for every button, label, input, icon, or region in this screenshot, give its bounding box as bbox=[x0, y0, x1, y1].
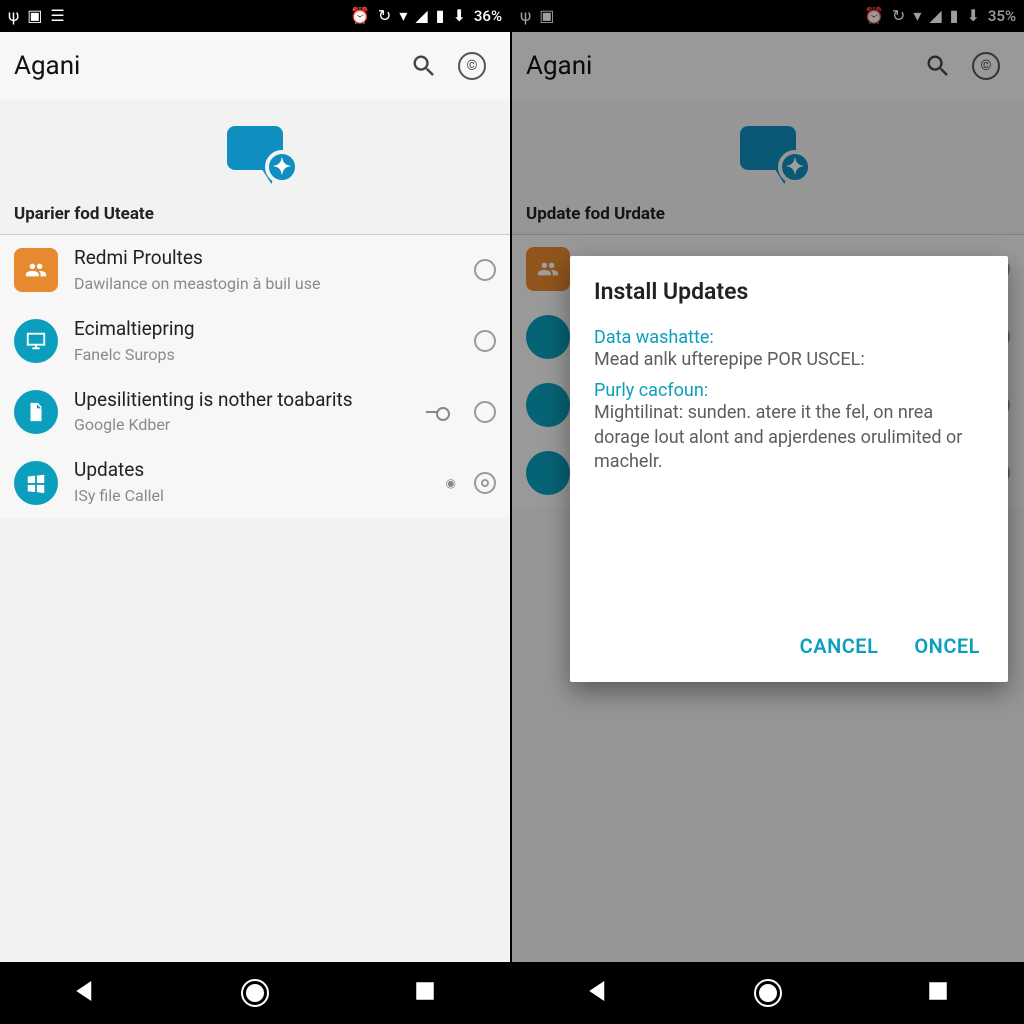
ok-button[interactable]: ONCEL bbox=[910, 624, 984, 668]
dialog-body: Mead anlk ufterepipe POR USCEL: bbox=[594, 348, 984, 372]
plus-badge-icon: ✦ bbox=[265, 150, 299, 184]
dialog-title: Install Updates bbox=[594, 278, 984, 305]
home-icon bbox=[754, 979, 782, 1007]
app-bar: Agani © bbox=[0, 32, 510, 100]
update-list: Redmi Proultes Dawilance on meastogin à … bbox=[0, 235, 510, 518]
back-icon bbox=[583, 976, 613, 1006]
nav-bar bbox=[512, 962, 1024, 1024]
account-icon: © bbox=[458, 52, 486, 80]
windows-icon bbox=[14, 461, 58, 505]
install-updates-dialog: Install Updates Data washatte: Mead anlk… bbox=[570, 256, 1008, 682]
list-item-subtitle: ISy file Callel bbox=[74, 486, 430, 506]
status-chip-icon: ▣ bbox=[27, 8, 42, 24]
wifi-icon: ▾ bbox=[399, 8, 407, 24]
battery-icon: ▮ bbox=[436, 8, 445, 24]
list-item[interactable]: Upesilitienting is nother toabarits Goog… bbox=[0, 377, 510, 448]
list-item-title: Upesilitienting is nother toabarits bbox=[74, 389, 410, 412]
search-button[interactable] bbox=[400, 42, 448, 90]
list-item-subtitle: Dawilance on meastogin à buil use bbox=[74, 274, 458, 294]
list-item[interactable]: Updates ISy file Callel ◉ bbox=[0, 447, 510, 518]
radio-button[interactable] bbox=[474, 401, 496, 423]
left-screen: ψ ▣ ☰ ⏰ ↻ ▾ ◢ ▮ ⬇ 36% Agani © bbox=[0, 0, 512, 1024]
list-item-title: Updates bbox=[74, 459, 430, 482]
radio-button[interactable] bbox=[474, 259, 496, 281]
key-icon bbox=[426, 404, 450, 420]
dot-indicator-icon: ◉ bbox=[446, 476, 456, 490]
nav-home-button[interactable] bbox=[754, 979, 782, 1007]
radio-button[interactable] bbox=[474, 330, 496, 352]
dialog-label: Data washatte: bbox=[594, 327, 984, 348]
app-title: Agani bbox=[14, 51, 400, 81]
sync-icon: ↻ bbox=[378, 8, 391, 24]
people-icon bbox=[14, 248, 58, 292]
signal-icon: ◢ bbox=[415, 8, 427, 24]
battery-percent: 36% bbox=[474, 7, 502, 25]
alarm-icon: ⏰ bbox=[350, 8, 370, 24]
download-icon: ⬇ bbox=[452, 8, 465, 24]
status-list-icon: ☰ bbox=[50, 8, 64, 24]
usb-icon: ψ bbox=[8, 8, 19, 24]
nav-home-button[interactable] bbox=[241, 979, 269, 1007]
list-item[interactable]: Redmi Proultes Dawilance on meastogin à … bbox=[0, 235, 510, 306]
dialog-label: Purly cacfoun: bbox=[594, 380, 984, 401]
list-item-subtitle: Google Kdber bbox=[74, 415, 410, 435]
list-item-subtitle: Fanelc Surops bbox=[74, 345, 458, 365]
hero-illustration: ✦ bbox=[0, 100, 510, 196]
dialog-actions: CANCEL ONCEL bbox=[594, 624, 984, 668]
home-icon bbox=[241, 979, 269, 1007]
right-screen: ψ ▣ ⏰ ↻ ▾ ◢ ▮ ⬇ 35% Agani © ✦ Update fod… bbox=[512, 0, 1024, 1024]
nav-recents-button[interactable] bbox=[410, 976, 440, 1010]
list-item[interactable]: Ecimaltiepring Fanelc Surops bbox=[0, 306, 510, 377]
back-icon bbox=[70, 976, 100, 1006]
list-item-title: Redmi Proultes bbox=[74, 247, 458, 270]
list-item-title: Ecimaltiepring bbox=[74, 318, 458, 341]
file-icon bbox=[14, 390, 58, 434]
account-button[interactable]: © bbox=[448, 42, 496, 90]
cancel-button[interactable]: CANCEL bbox=[796, 624, 883, 668]
section-header: Uparier fod Uteate bbox=[0, 196, 510, 234]
recents-icon bbox=[923, 976, 953, 1006]
display-icon bbox=[14, 319, 58, 363]
nav-recents-button[interactable] bbox=[923, 976, 953, 1010]
nav-back-button[interactable] bbox=[583, 976, 613, 1010]
search-icon bbox=[410, 52, 438, 80]
status-bar: ψ ▣ ☰ ⏰ ↻ ▾ ◢ ▮ ⬇ 36% bbox=[0, 0, 510, 32]
recents-icon bbox=[410, 976, 440, 1006]
nav-back-button[interactable] bbox=[70, 976, 100, 1010]
radio-button[interactable] bbox=[474, 472, 496, 494]
nav-bar bbox=[0, 962, 510, 1024]
dialog-body: Mightilinat: sunden. atere it the fel, o… bbox=[594, 401, 984, 474]
